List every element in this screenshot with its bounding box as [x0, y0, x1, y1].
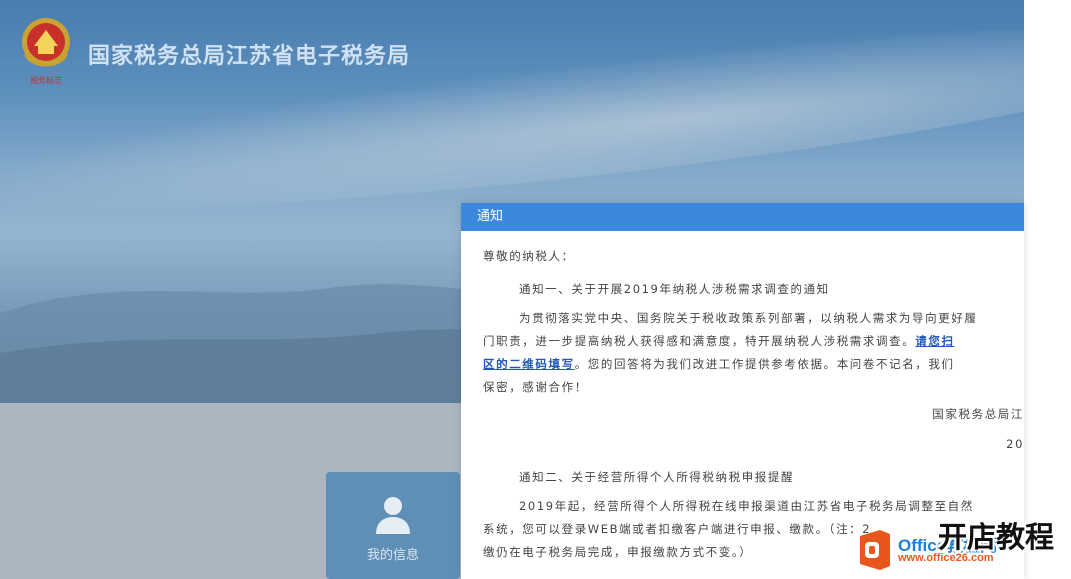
- tile-label: 我的信息: [366, 548, 419, 563]
- office-logo-icon: [860, 530, 890, 570]
- notice2-title: 通知二、关于经营所得个人所得税纳税申报提醒: [519, 470, 795, 484]
- notice1-title: 通知一、关于开展2019年纳税人涉税需求调查的通知: [519, 282, 830, 296]
- notice1-date: 20: [1006, 437, 1024, 451]
- site-title: 国家税务总局江苏省电子税务局: [88, 44, 411, 69]
- greeting: 尊敬的纳税人：: [483, 249, 575, 263]
- notice1-line2: 门职责，进一步提高纳税人获得感和满意度，特开展纳税人涉税需求调查。: [483, 334, 916, 348]
- survey-link-part1[interactable]: 请您扫: [915, 334, 954, 348]
- emblem-caption: 税务标志: [30, 75, 62, 85]
- notice1-line3: 。您的回答将为我们改进工作提供参考依据。本问卷不记名，我们: [574, 357, 955, 371]
- dialog-title: 通知: [461, 203, 1024, 231]
- my-info-tile[interactable]: 我的信息: [326, 472, 460, 579]
- tax-emblem-icon: 税务标志: [22, 18, 70, 85]
- notice1-content: 为贯彻落实党中央、国务院关于税收政策系列部署，以纳税人需求为导向更好履 门职责，…: [483, 307, 1024, 399]
- user-icon: [376, 497, 410, 534]
- notice1-line4: 保密，感谢合作！: [483, 380, 588, 394]
- watermark-overlay-text: 开店教程: [938, 520, 1055, 554]
- notice1-signature: 国家税务总局江: [932, 407, 1024, 421]
- notice1-line1: 为贯彻落实党中央、国务院关于税收政策系列部署，以纳税人需求为导向更好履: [519, 311, 978, 325]
- notice2-line1: 2019年起，经营所得个人所得税在线申报渠道由江苏省电子税务局调整至自然: [519, 499, 974, 513]
- survey-link-part2[interactable]: 区的二维码填写: [483, 357, 575, 371]
